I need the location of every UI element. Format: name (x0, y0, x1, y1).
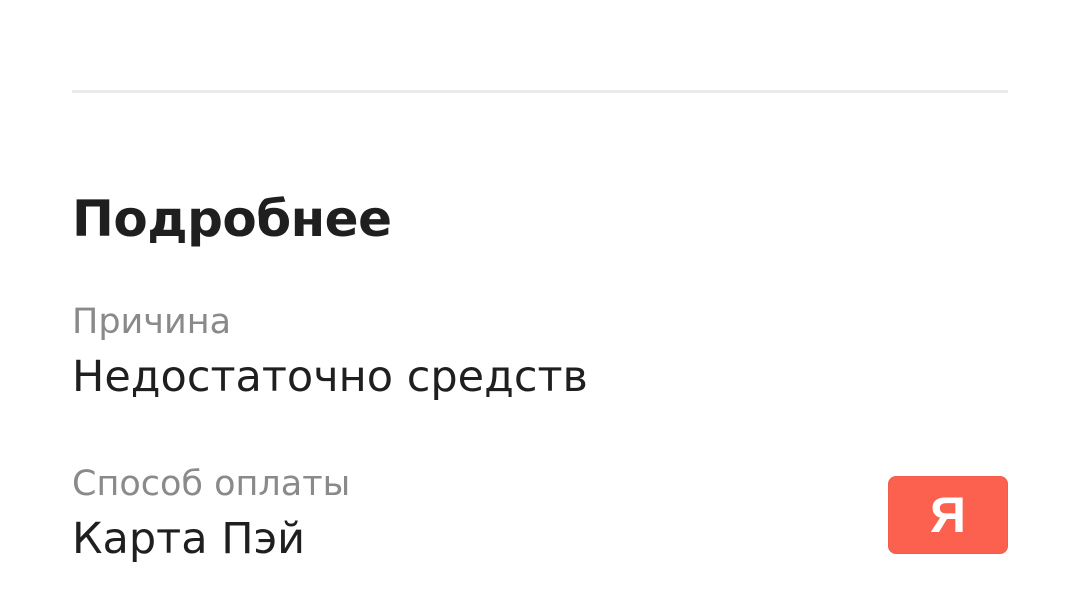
logo-letter: Я (930, 487, 966, 543)
payment-method-label: Способ оплаты (72, 464, 351, 504)
section-title: Подробнее (72, 190, 392, 248)
payment-method-value: Карта Пэй (72, 514, 306, 564)
payment-details-screen: Подробнее Причина Недостаточно средств С… (0, 0, 1080, 607)
yandex-pay-logo-icon: Я (888, 476, 1008, 554)
divider (72, 90, 1008, 93)
reason-value: Недостаточно средств (72, 352, 588, 402)
reason-label: Причина (72, 302, 232, 342)
